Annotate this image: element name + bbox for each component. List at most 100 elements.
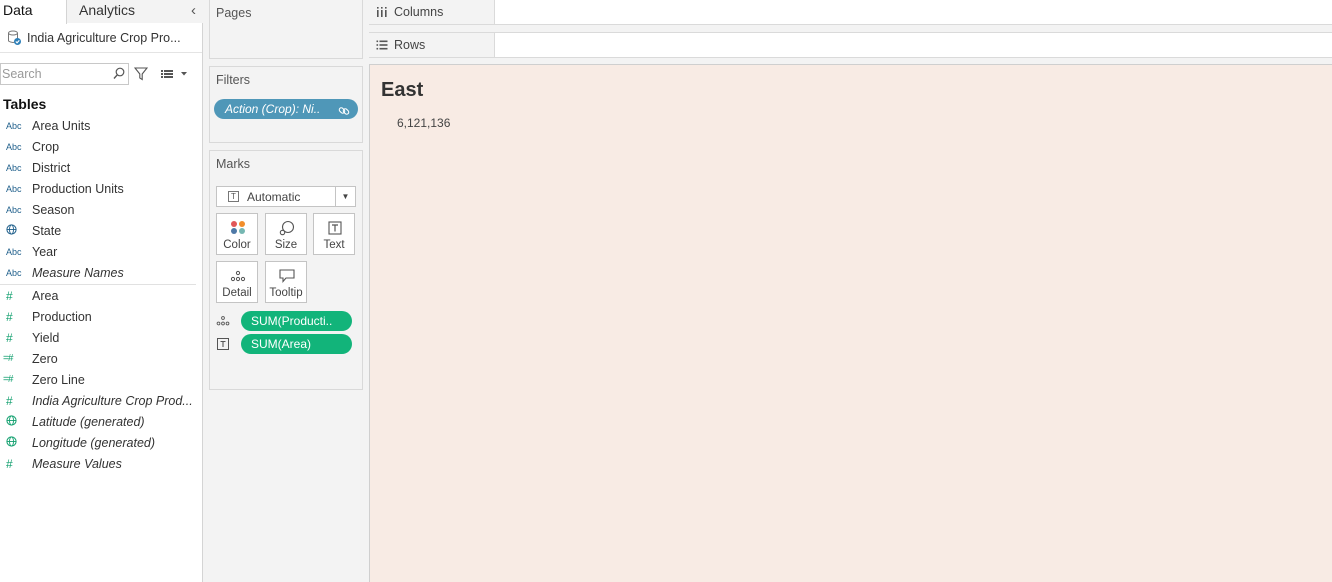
columns-drop-area[interactable] [495, 0, 1332, 24]
search-input[interactable] [1, 64, 109, 84]
field-label: Season [32, 202, 75, 217]
detail-icon[interactable] [216, 314, 230, 328]
field-label: Production Units [32, 181, 124, 196]
field-measure-names[interactable]: Abc Measure Names [0, 262, 202, 283]
text-icon[interactable] [216, 337, 230, 351]
field-label: Year [32, 244, 58, 259]
text-button[interactable]: Text [313, 213, 355, 255]
tooltip-icon [278, 268, 296, 284]
field-measure-values[interactable]: # Measure Values [0, 453, 202, 474]
field-area-units[interactable]: Abc Area Units [0, 115, 202, 136]
link-icon [338, 103, 350, 115]
search-icon[interactable] [113, 67, 125, 80]
tab-analytics[interactable]: Analytics [67, 0, 203, 23]
text-mark-icon: T [228, 191, 239, 202]
view-options-icon[interactable] [160, 67, 190, 81]
filter-pill-label: Action (Crop): Ni.. [225, 102, 321, 116]
field-area[interactable]: # Area [0, 285, 202, 306]
number-type-icon: # [6, 393, 13, 408]
datasource-icon [7, 30, 22, 46]
tooltip-button[interactable]: Tooltip [265, 261, 307, 303]
field-district[interactable]: Abc District [0, 157, 202, 178]
field-production-units[interactable]: Abc Production Units [0, 178, 202, 199]
text-mark-value[interactable]: 6,121,136 [397, 116, 450, 130]
tab-data[interactable]: Data [0, 0, 67, 24]
globe-icon [0, 223, 32, 238]
detail-label: Detail [222, 287, 252, 299]
search-row [0, 53, 202, 95]
datasource-name: India Agriculture Crop Pro... [27, 30, 181, 45]
string-type-icon: Abc [6, 120, 22, 131]
field-longitude[interactable]: Longitude (generated) [0, 432, 202, 453]
columns-label: Columns [394, 5, 444, 19]
datasource-item[interactable]: India Agriculture Crop Pro... [0, 23, 202, 53]
rows-icon [376, 39, 388, 51]
data-pane: Data Analytics ‹ India Agriculture Crop … [0, 0, 203, 582]
marks-pill-row: SUM(Producti.. [216, 311, 356, 331]
mark-type-label: Automatic [247, 190, 301, 204]
field-label: Area [32, 288, 59, 303]
globe-icon [0, 414, 32, 429]
number-type-icon: # [6, 456, 13, 471]
collapse-pane-icon[interactable]: ‹ [191, 2, 196, 19]
rows-drop-area[interactable] [495, 33, 1332, 57]
calculated-number-icon: =# [3, 353, 13, 364]
field-latitude[interactable]: Latitude (generated) [0, 411, 202, 432]
field-label: State [32, 223, 62, 238]
color-label: Color [223, 239, 251, 251]
field-label: Longitude (generated) [32, 435, 156, 450]
field-label: Crop [32, 139, 60, 154]
detail-icon [229, 268, 247, 284]
size-button[interactable]: Size [265, 213, 307, 255]
field-state[interactable]: State [0, 220, 202, 241]
field-season[interactable]: Abc Season [0, 199, 202, 220]
field-label: Measure Names [32, 265, 124, 280]
search-box[interactable] [0, 63, 129, 85]
detail-button[interactable]: Detail [216, 261, 258, 303]
string-type-icon: Abc [6, 204, 22, 215]
field-zero-line[interactable]: =# Zero Line [0, 369, 202, 390]
viz-canvas[interactable]: East 6,121,136 [369, 64, 1332, 582]
field-yield[interactable]: # Yield [0, 327, 202, 348]
number-type-icon: # [6, 330, 13, 345]
filter-pill-action-crop[interactable]: Action (Crop): Ni.. [214, 99, 358, 119]
text-icon [326, 220, 344, 236]
tooltip-label: Tooltip [269, 287, 303, 299]
calculated-number-icon: =# [3, 374, 13, 385]
field-label: India Agriculture Crop Prod... [32, 393, 193, 408]
filters-card[interactable]: Filters Action (Crop): Ni.. [209, 66, 363, 143]
marks-pill-row: SUM(Area) [216, 334, 356, 354]
string-type-icon: Abc [6, 267, 22, 278]
mark-type-dropdown[interactable]: T Automatic ▼ [216, 186, 356, 207]
string-type-icon: Abc [6, 246, 22, 257]
rows-label: Rows [394, 38, 426, 52]
field-label: Zero [32, 351, 58, 366]
columns-shelf: Columns [369, 0, 1332, 25]
filter-icon[interactable] [133, 67, 149, 81]
field-year[interactable]: Abc Year [0, 241, 202, 262]
field-label: Measure Values [32, 456, 122, 471]
pages-card[interactable]: Pages [209, 0, 363, 59]
field-label: Latitude (generated) [32, 414, 145, 429]
globe-icon [0, 435, 32, 450]
viz-title: East [381, 79, 424, 101]
field-label: Zero Line [32, 372, 85, 387]
field-crop[interactable]: Abc Crop [0, 136, 202, 157]
columns-shelf-label: Columns [369, 0, 495, 24]
size-icon [278, 220, 296, 236]
marks-card: Marks T Automatic ▼ Color Size Text Deta… [209, 150, 363, 390]
measure-pill-production[interactable]: SUM(Producti.. [241, 311, 352, 331]
chevron-down-icon[interactable]: ▼ [335, 187, 355, 206]
string-type-icon: Abc [6, 183, 22, 194]
field-record-count[interactable]: # India Agriculture Crop Prod... [0, 390, 202, 411]
tables-heading: Tables [3, 96, 47, 112]
measure-pill-area[interactable]: SUM(Area) [241, 334, 352, 354]
number-type-icon: # [6, 288, 13, 303]
pane-tabs: Data Analytics ‹ [0, 0, 203, 24]
field-production[interactable]: # Production [0, 306, 202, 327]
string-type-icon: Abc [6, 162, 22, 173]
color-button[interactable]: Color [216, 213, 258, 255]
field-zero[interactable]: =# Zero [0, 348, 202, 369]
field-label: Area Units [32, 118, 91, 133]
field-label: Production [32, 309, 92, 324]
